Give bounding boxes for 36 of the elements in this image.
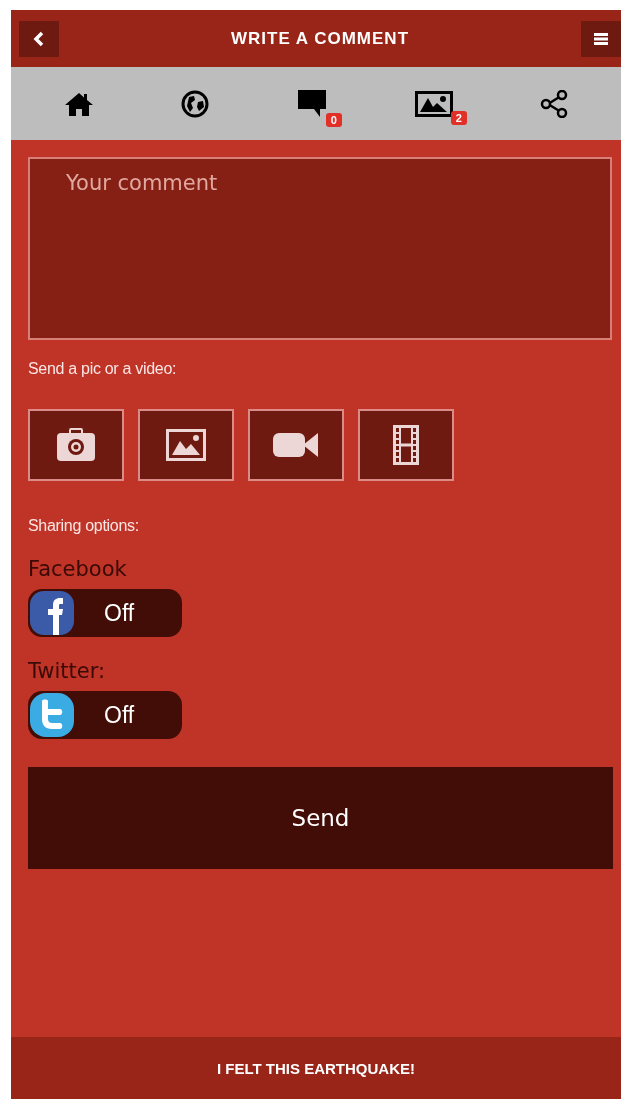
speech-bubble-icon bbox=[296, 88, 328, 119]
back-button[interactable] bbox=[19, 20, 59, 57]
share-icon bbox=[539, 89, 568, 118]
back-chevron-icon bbox=[32, 30, 46, 47]
nav-comments-button[interactable]: 0 bbox=[296, 88, 342, 127]
facebook-toggle[interactable]: Off bbox=[28, 589, 182, 637]
camera-button[interactable] bbox=[28, 409, 124, 481]
count-badge: 2 bbox=[450, 110, 467, 125]
nav-globe-button[interactable] bbox=[181, 89, 210, 118]
page-title: WRITE A COMMENT bbox=[230, 28, 410, 49]
globe-icon bbox=[181, 89, 210, 118]
twitter-logo-icon bbox=[30, 693, 74, 737]
house-icon bbox=[64, 90, 95, 117]
video-camera-icon bbox=[273, 431, 319, 459]
media-label: Send a pic or a video: bbox=[28, 360, 177, 378]
menu-button[interactable] bbox=[581, 20, 621, 57]
send-button[interactable]: Send bbox=[28, 767, 613, 869]
film-button[interactable] bbox=[358, 409, 454, 481]
sharing-label: Sharing options: bbox=[28, 517, 139, 535]
facebook-logo-icon bbox=[30, 591, 74, 635]
service-label: Twitter: bbox=[28, 659, 106, 683]
image-icon bbox=[166, 429, 206, 461]
image-icon bbox=[414, 90, 453, 117]
twitter-toggle[interactable]: Off bbox=[28, 691, 182, 739]
camera-icon bbox=[56, 428, 96, 462]
comment-field[interactable]: Your comment bbox=[28, 157, 612, 340]
count-badge: 0 bbox=[325, 112, 342, 127]
nav-photos-button[interactable]: 2 bbox=[414, 90, 467, 125]
gallery-button[interactable] bbox=[138, 409, 234, 481]
nav-share-button[interactable] bbox=[539, 89, 568, 118]
service-label: Facebook bbox=[28, 557, 127, 581]
video-button[interactable] bbox=[248, 409, 344, 481]
menu-icon bbox=[594, 32, 608, 45]
film-strip-icon bbox=[393, 425, 419, 465]
felt-earthquake-button[interactable]: I FELT THIS EARTHQUAKE! bbox=[11, 1037, 621, 1099]
nav-home-button[interactable] bbox=[64, 90, 95, 117]
